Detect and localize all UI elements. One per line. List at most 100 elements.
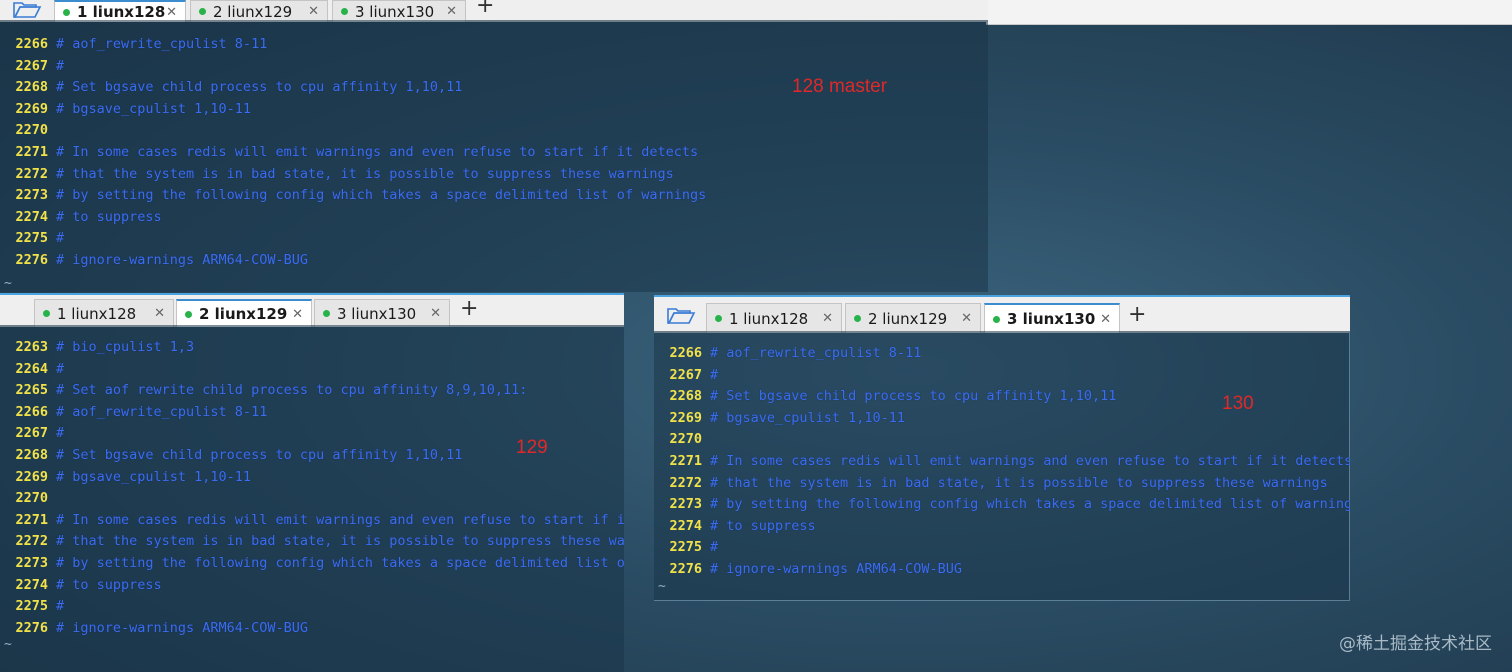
line-number: 2271 bbox=[669, 453, 702, 469]
connected-dot-icon bbox=[199, 8, 206, 15]
close-icon[interactable]: ✕ bbox=[292, 307, 303, 322]
line-text: # Set bgsave child process to cpu affini… bbox=[710, 388, 1117, 405]
line-text: # bio_cpulist 1,3 bbox=[56, 339, 195, 355]
terminal-line: 2276 # ignore-warnings ARM64-COW-BUG bbox=[0, 250, 307, 271]
close-icon[interactable]: ✕ bbox=[430, 306, 441, 321]
tilde-marker: ~ bbox=[658, 579, 666, 594]
terminal-line: 2265 # Set aof rewrite child process to c… bbox=[0, 380, 527, 401]
line-text: # bgsave_cpulist 1,10-11 bbox=[56, 468, 252, 485]
line-text: # to suppress bbox=[56, 208, 162, 225]
line-number: 2268 bbox=[669, 388, 702, 405]
line-text: # aof_rewrite_cpulist 8-11 bbox=[56, 403, 268, 420]
close-icon[interactable]: ✕ bbox=[446, 4, 457, 19]
terminal-line: 2276 # ignore-warnings ARM64-COW-BUG bbox=[654, 559, 961, 580]
line-number: 2276 bbox=[15, 619, 48, 636]
close-icon[interactable]: ✕ bbox=[1100, 312, 1111, 327]
terminal-line: 2273 # by setting the following config wh… bbox=[0, 553, 624, 574]
terminal-line: 2273 # by setting the following config wh… bbox=[654, 494, 1350, 515]
line-text: # bbox=[56, 230, 65, 247]
new-tab-button[interactable]: + bbox=[476, 0, 494, 17]
new-tab-button[interactable]: + bbox=[460, 298, 478, 320]
close-icon[interactable]: ✕ bbox=[154, 306, 165, 321]
background-tabbar-strip bbox=[986, 0, 1512, 25]
connected-dot-icon bbox=[715, 315, 722, 322]
close-icon[interactable]: ✕ bbox=[166, 5, 177, 20]
line-text: # to suppress bbox=[710, 517, 816, 534]
line-number: 2269 bbox=[15, 100, 48, 117]
annotation-label: 130 bbox=[1222, 393, 1254, 414]
terminal-line: 2270 bbox=[0, 488, 56, 509]
terminal-window-128: 1 liunx128 ✕ 2 liunx129 ✕ 3 liunx130 ✕ +… bbox=[0, 0, 988, 292]
terminal-line: 2273 # by setting the following config wh… bbox=[0, 185, 706, 206]
line-text: # aof_rewrite_cpulist 8-11 bbox=[56, 36, 268, 52]
tab-liunx129[interactable]: 2 liunx129 ✕ bbox=[176, 299, 312, 327]
line-number: 2270 bbox=[15, 122, 48, 139]
tab-liunx130[interactable]: 3 liunx130 ✕ bbox=[332, 0, 466, 22]
line-text: # that the system is in bad state, it is… bbox=[56, 533, 624, 550]
line-number: 2270 bbox=[669, 431, 702, 448]
terminal-pane[interactable]: 2266 # aof_rewrite_cpulist 8-11 2267 #2268 #… bbox=[0, 20, 988, 292]
line-text: # bgsave_cpulist 1,10-11 bbox=[710, 409, 906, 426]
terminal-line: 2269 # bgsave_cpulist 1,10-11 bbox=[0, 99, 251, 120]
tab-liunx128[interactable]: 1 liunx128 ✕ bbox=[34, 299, 174, 327]
line-number: 2274 bbox=[15, 208, 48, 225]
terminal-pane[interactable]: 2263 # bio_cpulist 1,3 2264 #2265 # Set aof … bbox=[0, 325, 624, 672]
close-icon[interactable]: ✕ bbox=[822, 311, 833, 326]
line-text: # bbox=[56, 360, 65, 377]
line-text: # Set aof rewrite child process to cpu a… bbox=[56, 382, 528, 399]
line-text: # In some cases redis will emit warnings… bbox=[710, 453, 1350, 469]
terminal-line: 2263 # bio_cpulist 1,3 bbox=[0, 337, 194, 358]
tab-liunx129[interactable]: 2 liunx129 ✕ bbox=[845, 303, 981, 333]
line-number: 2276 bbox=[669, 561, 702, 577]
tab-liunx128[interactable]: 1 liunx128 ✕ bbox=[706, 303, 842, 333]
terminal-line: 2272 # that the system is in bad state, i… bbox=[0, 531, 624, 552]
tab-liunx129[interactable]: 2 liunx129 ✕ bbox=[190, 0, 328, 22]
new-tab-button[interactable]: + bbox=[1128, 304, 1146, 326]
terminal-pane[interactable]: 2266 # aof_rewrite_cpulist 8-11 2267 #2268 #… bbox=[654, 331, 1350, 601]
line-text: # to suppress bbox=[56, 576, 162, 593]
line-text: # that the system is in bad state, it is… bbox=[56, 165, 674, 182]
line-number: 2266 bbox=[669, 345, 702, 361]
line-text: # by setting the following config which … bbox=[56, 187, 707, 204]
line-number: 2265 bbox=[15, 382, 48, 399]
tab-liunx130[interactable]: 3 liunx130 ✕ bbox=[314, 299, 450, 327]
line-number: 2267 bbox=[669, 366, 702, 383]
tab-bar: 1 liunx128 ✕ 2 liunx129 ✕ 3 liunx130 ✕ + bbox=[654, 295, 1350, 333]
line-number: 2275 bbox=[669, 539, 702, 556]
terminal-line: 2266 # aof_rewrite_cpulist 8-11 bbox=[654, 343, 921, 364]
line-text: # ignore-warnings ARM64-COW-BUG bbox=[56, 619, 308, 636]
terminal-line: 2269 # bgsave_cpulist 1,10-11 bbox=[654, 408, 905, 429]
tab-liunx130[interactable]: 3 liunx130 ✕ bbox=[984, 303, 1120, 333]
terminal-window-129: 1 liunx128 ✕ 2 liunx129 ✕ 3 liunx130 ✕ +… bbox=[0, 293, 624, 672]
line-number: 2274 bbox=[669, 517, 702, 534]
close-icon[interactable]: ✕ bbox=[308, 4, 319, 19]
line-text: # that the system is in bad state, it is… bbox=[710, 474, 1328, 491]
line-text: # bbox=[56, 57, 65, 74]
line-number: 2272 bbox=[15, 165, 48, 182]
line-text: # bbox=[710, 539, 719, 556]
tilde-marker: ~ bbox=[4, 637, 12, 652]
line-number: 2269 bbox=[669, 409, 702, 426]
line-number: 2270 bbox=[15, 490, 48, 507]
terminal-line: 2275 # bbox=[0, 596, 64, 617]
tab-liunx128[interactable]: 1 liunx128 ✕ bbox=[54, 0, 186, 22]
connected-dot-icon bbox=[63, 8, 70, 16]
connected-dot-icon bbox=[854, 315, 861, 322]
line-text: # aof_rewrite_cpulist 8-11 bbox=[710, 345, 922, 361]
tilde-marker: ~ bbox=[4, 276, 12, 291]
line-number: 2273 bbox=[15, 187, 48, 204]
line-number: 2273 bbox=[15, 555, 48, 571]
line-number: 2263 bbox=[15, 339, 48, 355]
folder-open-icon[interactable] bbox=[664, 304, 698, 326]
line-number: 2266 bbox=[15, 403, 48, 420]
terminal-line: 2276 # ignore-warnings ARM64-COW-BUG bbox=[0, 618, 308, 639]
folder-open-icon[interactable] bbox=[10, 0, 44, 20]
line-number: 2269 bbox=[15, 468, 48, 485]
terminal-line: 2267 # bbox=[654, 365, 718, 386]
close-icon[interactable]: ✕ bbox=[961, 311, 972, 326]
line-number: 2267 bbox=[15, 57, 48, 74]
connected-dot-icon bbox=[43, 310, 50, 317]
line-number: 2268 bbox=[15, 447, 48, 463]
line-text: # In some cases redis will emit warnings… bbox=[56, 144, 699, 160]
line-number: 2274 bbox=[15, 576, 48, 593]
